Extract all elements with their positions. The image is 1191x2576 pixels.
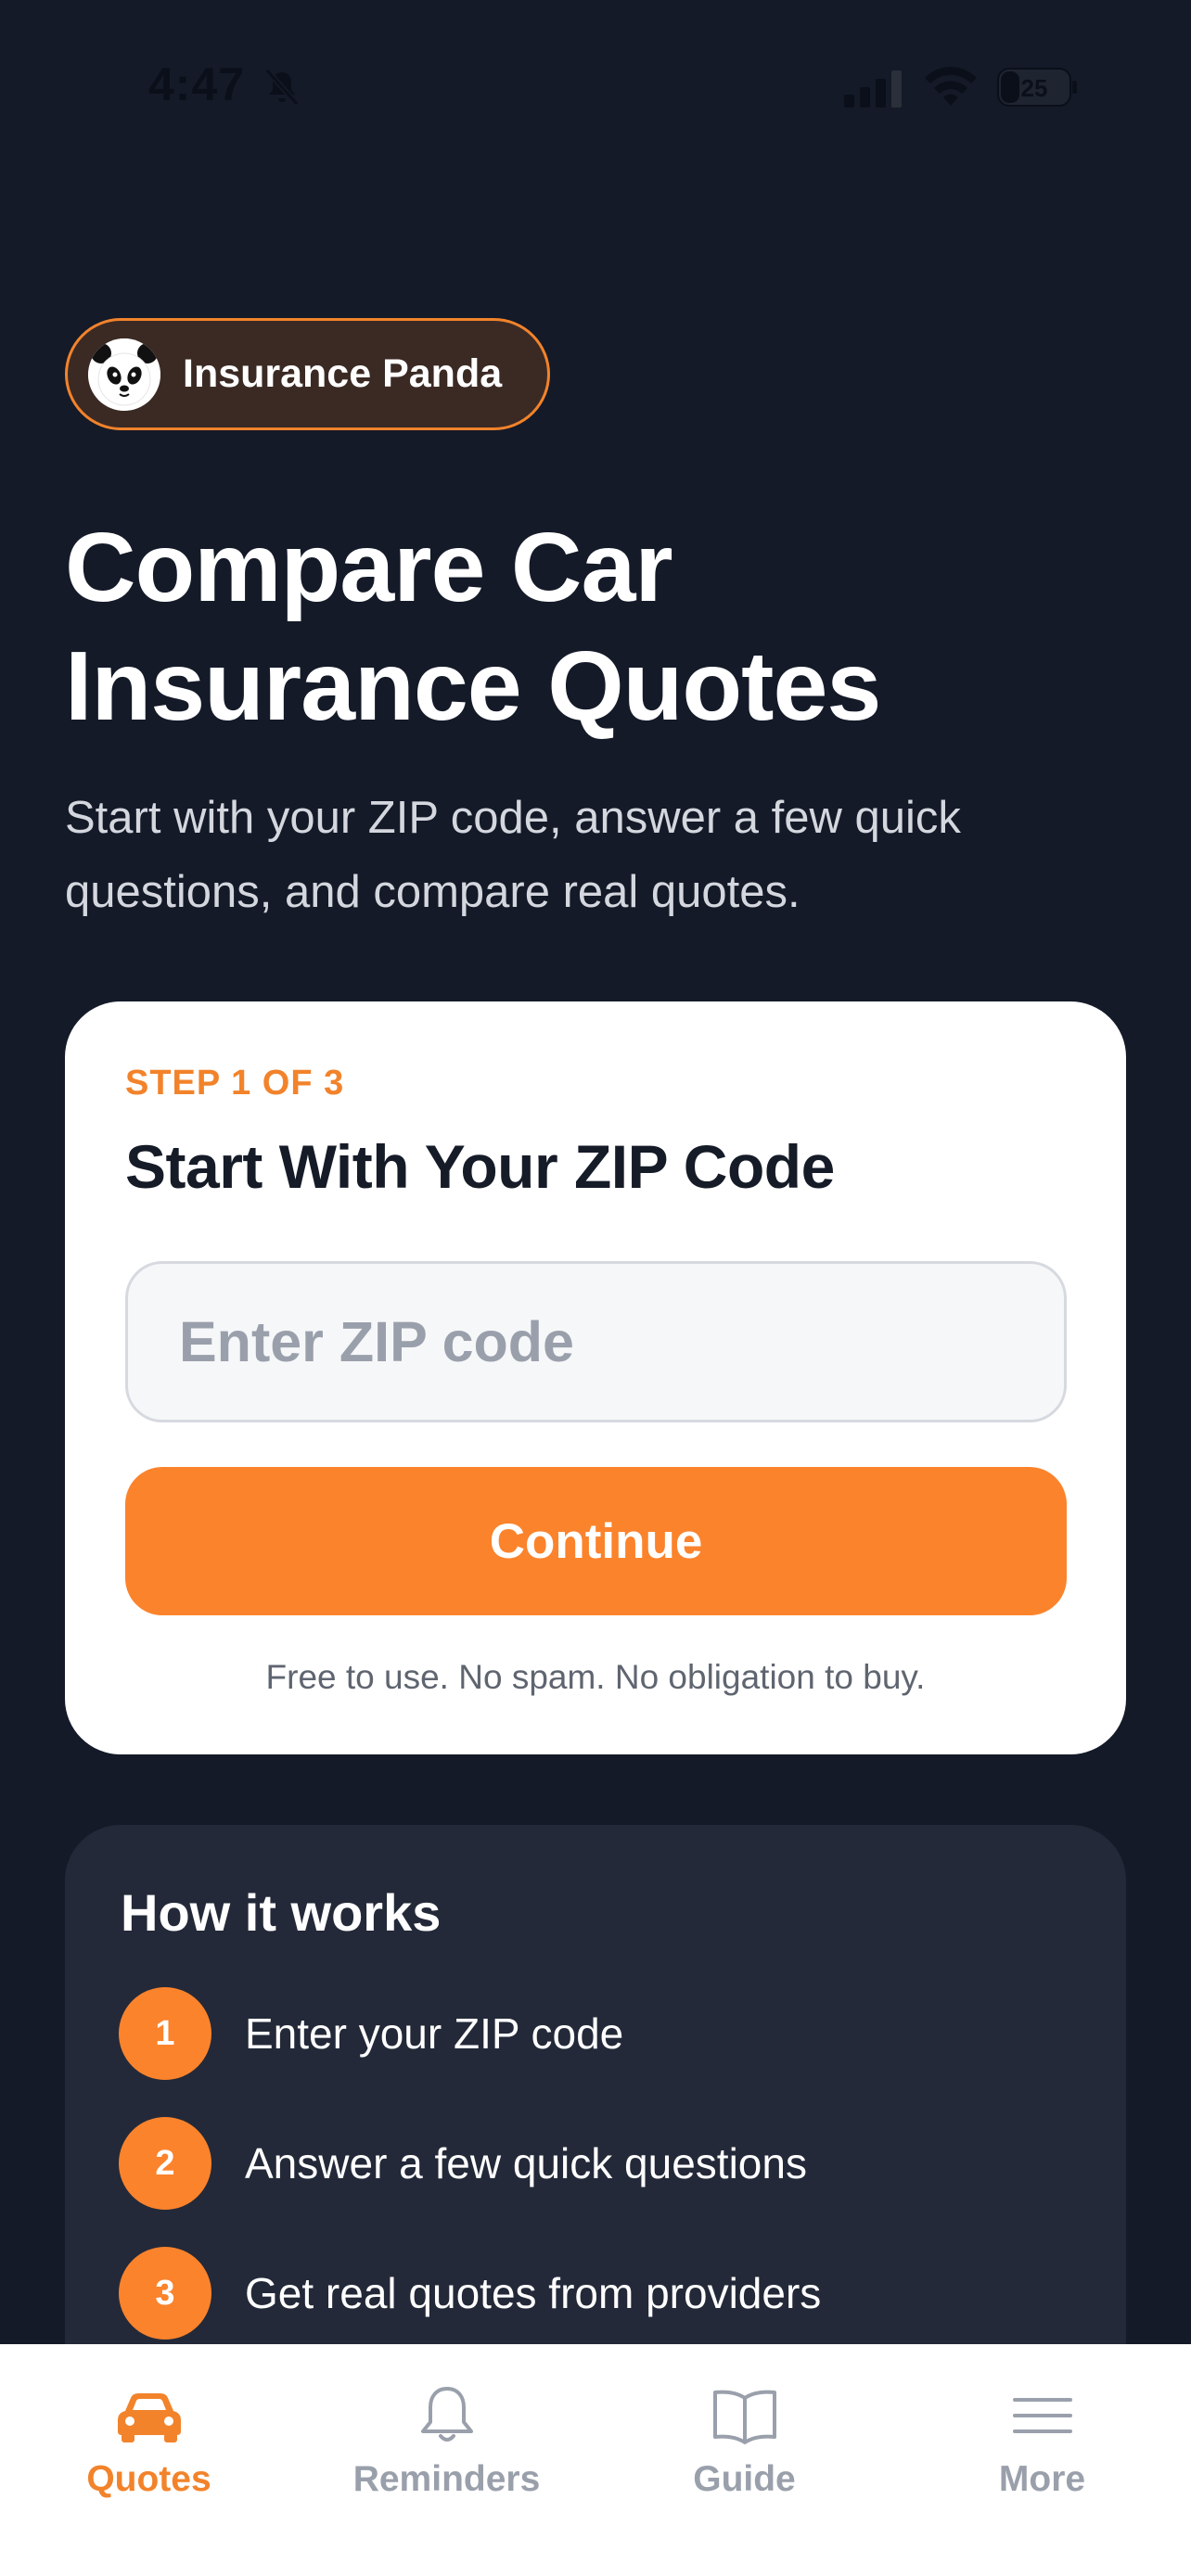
- step-text: Get real quotes from providers: [245, 2269, 822, 2317]
- app-screen: 4:47 25 Insurance Panda Compare Car Insu…: [0, 0, 1191, 2576]
- bottom-tab-bar: Quotes Reminders Guide More: [0, 2344, 1191, 2576]
- silent-mode-icon: [264, 69, 300, 106]
- how-step-item: 3 Get real quotes from providers: [119, 2247, 821, 2340]
- zip-code-input[interactable]: [125, 1261, 1067, 1422]
- battery-level: 25: [1021, 74, 1048, 102]
- how-it-works-title: How it works: [121, 1883, 442, 1942]
- wifi-icon: [925, 67, 977, 106]
- zip-form-card: STEP 1 OF 3 Start With Your ZIP Code Con…: [65, 1001, 1126, 1754]
- tab-more[interactable]: More: [893, 2344, 1191, 2576]
- tab-reminders[interactable]: Reminders: [298, 2344, 596, 2576]
- status-time: 4:47: [148, 58, 246, 110]
- car-icon: [117, 2393, 181, 2442]
- tab-label: Guide: [693, 2459, 796, 2499]
- step-number-badge: 3: [119, 2247, 211, 2340]
- menu-icon: [1012, 2398, 1072, 2433]
- step-text: Answer a few quick questions: [245, 2139, 807, 2187]
- how-step-item: 1 Enter your ZIP code: [119, 1987, 623, 2080]
- tab-quotes[interactable]: Quotes: [0, 2344, 298, 2576]
- disclaimer-text: Free to use. No spam. No obligation to b…: [265, 1658, 926, 1696]
- book-icon: [712, 2390, 776, 2444]
- cellular-signal-icon: [844, 70, 902, 108]
- tab-label: More: [998, 2459, 1086, 2499]
- status-bar: 4:47 25: [0, 0, 1191, 176]
- step-text: Enter your ZIP code: [245, 2009, 624, 2058]
- step-indicator: STEP 1 OF 3: [125, 1064, 345, 1103]
- how-step-item: 2 Answer a few quick questions: [119, 2117, 807, 2210]
- battery-icon: 25: [997, 67, 1079, 108]
- tab-label: Quotes: [86, 2459, 211, 2499]
- bell-icon: [420, 2387, 473, 2442]
- step-number-badge: 1: [119, 1987, 211, 2080]
- page-title: Compare Car Insurance Quotes: [65, 513, 881, 741]
- brand-name: Insurance Panda: [183, 351, 503, 396]
- tab-label: Reminders: [352, 2459, 541, 2499]
- continue-button[interactable]: Continue: [125, 1467, 1067, 1615]
- page-subtitle: Start with your ZIP code, answer a few q…: [65, 793, 961, 917]
- panda-logo-icon: [88, 338, 160, 411]
- brand-badge: Insurance Panda: [65, 318, 550, 430]
- form-title: Start With Your ZIP Code: [125, 1132, 835, 1201]
- step-number-badge: 2: [119, 2117, 211, 2210]
- tab-guide[interactable]: Guide: [596, 2344, 893, 2576]
